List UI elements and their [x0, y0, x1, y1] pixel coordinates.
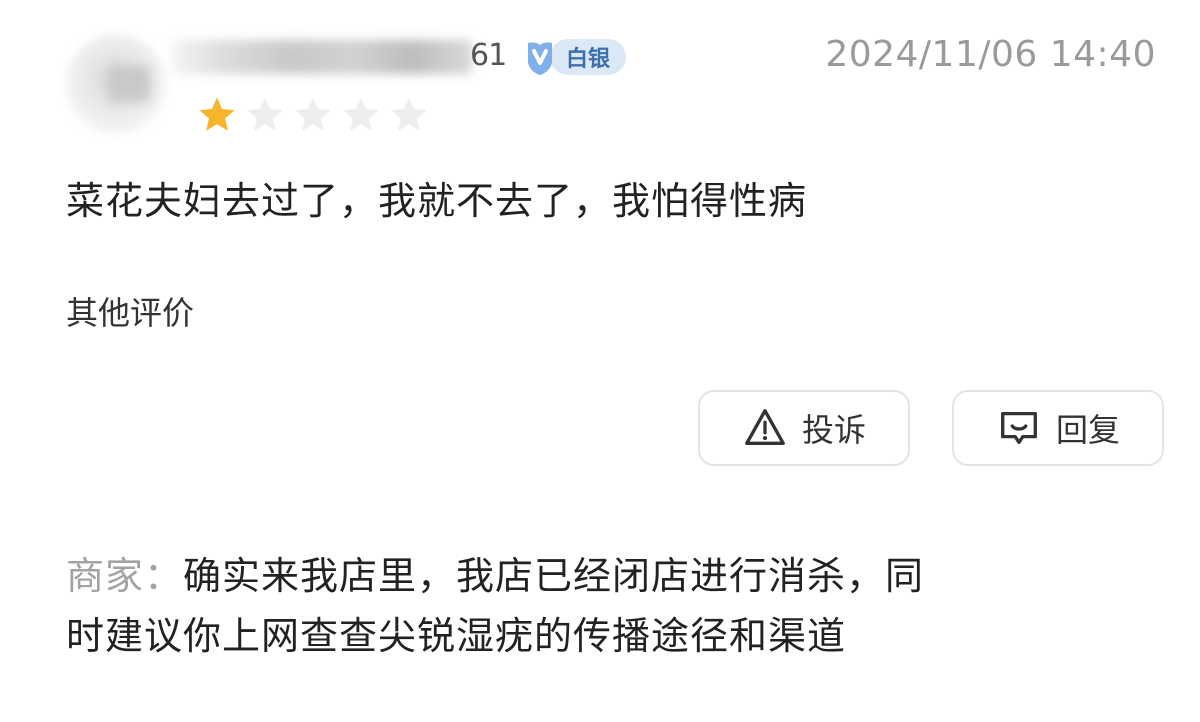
review-text: 菜花夫妇去过了，我就不去了，我怕得性病: [66, 179, 808, 223]
star-rating: [196, 94, 430, 136]
level-badge-label: 白银: [550, 39, 627, 75]
review-timestamp: 2024/11/06 14:40: [825, 34, 1156, 75]
other-reviews-label: 其他评价: [66, 294, 195, 332]
level-badge: 白银: [522, 36, 627, 78]
avatar-blur-detail: [108, 66, 150, 102]
complain-button-label: 投诉: [801, 411, 866, 449]
merchant-reply: 商家：确实来我店里，我店已经闭店进行消杀，同 时建议你上网查查尖锐湿疣的传播途径…: [66, 546, 1146, 666]
merchant-reply-line-1: 商家：确实来我店里，我店已经闭店进行消杀，同: [66, 546, 1146, 606]
username-blurred: [172, 40, 472, 74]
star-icon: [295, 97, 331, 131]
complain-button[interactable]: 投诉: [698, 390, 910, 466]
star-icon: [391, 97, 427, 131]
username-tail[interactable]: 61: [470, 38, 507, 73]
star-icon: [247, 97, 283, 131]
star-icon: [343, 97, 379, 131]
reply-button[interactable]: 回复: [952, 390, 1164, 466]
star-icon: [199, 97, 235, 131]
merchant-reply-text-1: 确实来我店里，我店已经闭店进行消杀，同: [183, 554, 925, 598]
silver-level-icon: [528, 42, 552, 75]
warning-triangle-icon: [745, 409, 785, 446]
reply-button-label: 回复: [1055, 411, 1120, 449]
message-box-icon: [1001, 411, 1037, 445]
merchant-label: 商家：: [66, 554, 184, 598]
merchant-reply-line-2: 时建议你上网查查尖锐湿疣的传播途径和渠道: [66, 614, 847, 658]
review-card: 61 白银 2024/11/06 14:40 菜花夫妇去过了，我就不去了，我怕得…: [0, 0, 1200, 722]
